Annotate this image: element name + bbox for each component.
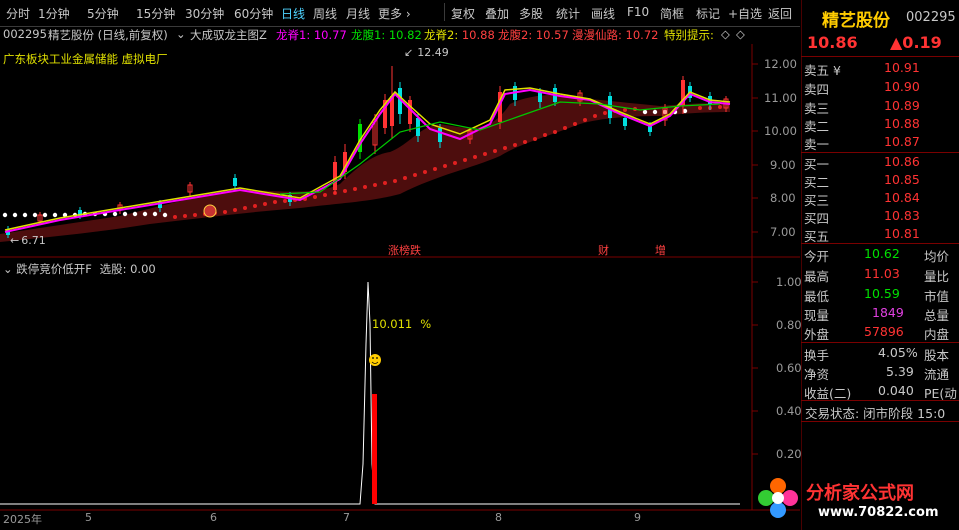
sub-chart-axis (752, 281, 758, 455)
indicator-value-longfu2: 龙腹2: 10.57 (498, 28, 569, 42)
sub-axis-tick: 0.40 (776, 404, 802, 418)
mark-button[interactable]: 标记 (696, 5, 720, 22)
date-axis-label: 8 (495, 511, 502, 524)
low-price-label: ← 6.71 (10, 234, 46, 247)
price-axis-tick: 9.00 (770, 158, 796, 172)
period-tab-monthly[interactable]: 月线 (346, 5, 370, 22)
trade-status: 交易状态: 闭市阶段 15:0 (805, 406, 946, 421)
sub-axis-tick: 0.20 (776, 447, 802, 461)
chevron-down-icon[interactable]: ⌄ (3, 262, 13, 276)
last-price: 10.86 (807, 33, 858, 52)
sub-indicator-line (0, 281, 740, 505)
bid-row[interactable]: 买二 10.85 (804, 172, 958, 191)
price-axis (752, 63, 758, 233)
period-tab-5min[interactable]: 5分钟 (87, 5, 119, 22)
price-change: ▲0.19 (890, 33, 942, 52)
indicator-value-longfu1: 龙腹1: 10.82 (351, 28, 422, 42)
period-tab-daily[interactable]: 日线 (281, 5, 305, 22)
chevron-down-icon[interactable]: ⌄ (176, 27, 186, 41)
period-toolbar: 分时 1分钟 5分钟 15分钟 30分钟 60分钟 日线 周线 月线 更多 › … (0, 0, 800, 27)
smiley-icon (369, 354, 381, 366)
period-tab-30min[interactable]: 30分钟 (185, 5, 224, 22)
bid-row[interactable]: 买三 10.84 (804, 190, 958, 209)
sub-axis-tick: 0.60 (776, 361, 802, 375)
event-label-finance: 财 (598, 243, 609, 257)
special-hint-label: 特别提示: (664, 28, 714, 42)
period-tab-more[interactable]: 更多 › (378, 5, 411, 22)
stat-row-volume: 现量 1849 总量 (804, 305, 950, 323)
chevron-right-icon: › (405, 7, 411, 21)
date-axis-label: 9 (634, 511, 641, 524)
stat-row-high: 最高 11.03 量比 (804, 266, 950, 284)
ask-row[interactable]: 卖四 10.90 (804, 79, 958, 98)
ask-row[interactable]: 卖五 ¥10.91 (804, 60, 958, 79)
price-axis-tick: 8.00 (770, 191, 796, 205)
event-label-increase: 增 (655, 243, 666, 257)
watermark-logo-icon (758, 478, 798, 518)
sub-chart-header: ⌄ 跌停竞价低开F 选股: 0.00 (3, 261, 156, 277)
stat-row-low: 最低 10.59 市值 (804, 286, 950, 304)
indicator-header: 002295 精艺股份 (日线,前复权) ⌄ 大成驭龙主图Z 龙脊1: 10.7… (0, 26, 800, 44)
indicator-value-longji2: 龙脊2: 10.88 (424, 28, 495, 42)
period-tab-1min[interactable]: 1分钟 (38, 5, 70, 22)
price-axis-tick: 10.00 (764, 124, 797, 138)
price-axis-tick: 7.00 (770, 225, 796, 239)
date-axis-label: 5 (85, 511, 92, 524)
period-tab-60min[interactable]: 60分钟 (234, 5, 273, 22)
sub-annotation: 10.011% (372, 317, 431, 331)
stock-code: 002295 (3, 27, 47, 41)
stock-name: 精艺股份 (822, 11, 890, 31)
sub-axis-tick: 1.00 (776, 275, 802, 289)
indicator-value-xianlu: 漫漫仙路: 10.72 (572, 28, 659, 42)
indicator-value-longji1: 龙脊1: 10.77 (276, 28, 347, 42)
stat-row-turnover: 换手 4.05% 股本 (804, 345, 950, 363)
price-axis-tick: 12.00 (764, 57, 797, 71)
adjust-button[interactable]: 复权 (451, 5, 475, 22)
bid-row[interactable]: 买四 10.83 (804, 208, 958, 227)
stock-period-label: 精艺股份 (日线,前复权) (48, 28, 168, 42)
stat-row-outer: 外盘 57896 内盘 (804, 324, 950, 342)
draw-line-button[interactable]: 画线 (591, 5, 615, 22)
statistics-button[interactable]: 统计 (556, 5, 580, 22)
high-price-label: ↙ 12.49 (404, 46, 449, 59)
main-indicator-name[interactable]: 大成驭龙主图Z (190, 27, 267, 43)
ask-row[interactable]: 卖一 10.87 (804, 134, 958, 153)
diamond-icon[interactable]: ◇ (721, 27, 730, 41)
sub-axis-tick: 0.80 (776, 318, 802, 332)
kline-chart[interactable]: ↙ 12.49 ← 6.71 涨榜跌 财 增 10.011% (0, 44, 800, 514)
signal-marker-icon (203, 204, 217, 218)
multi-stock-button[interactable]: 多股 (519, 5, 543, 22)
stock-code-panel: 002295 (906, 10, 956, 25)
watermark-url: www.70822.com (818, 505, 939, 520)
dragon-cloud-band (0, 94, 730, 242)
period-tab-15min[interactable]: 15分钟 (136, 5, 175, 22)
ask-row[interactable]: 卖三 10.89 (804, 98, 958, 117)
bid-row[interactable]: 买一 10.86 (804, 154, 958, 173)
simple-frame-button[interactable]: 简框 (660, 5, 684, 22)
stat-row-open: 今开 10.62 均价 (804, 246, 950, 264)
event-label-rank: 涨榜跌 (388, 243, 421, 257)
f10-button[interactable]: F10 (627, 5, 649, 19)
signal-bar (372, 394, 377, 504)
period-tab-weekly[interactable]: 周线 (313, 5, 337, 22)
watermark-title: 分析家公式网 (806, 483, 914, 504)
ask-row[interactable]: 卖二 10.88 (804, 116, 958, 135)
back-button[interactable]: 返回 (768, 5, 792, 22)
period-tab-timeshare[interactable]: 分时 (6, 5, 30, 22)
stat-row-netasset: 净资 5.39 流通 (804, 364, 950, 382)
date-axis-label: 6 (210, 511, 217, 524)
diamond-icon[interactable]: ◇ (736, 27, 745, 41)
price-axis-tick: 11.00 (764, 91, 797, 105)
sub-indicator-name[interactable]: 跌停竞价低开F (16, 262, 92, 276)
select-value: 选股: 0.00 (99, 262, 156, 276)
add-watchlist-button[interactable]: +自选 (728, 5, 762, 22)
date-axis-label: 2025年 (3, 513, 42, 526)
date-axis-label: 7 (343, 511, 350, 524)
overlay-button[interactable]: 叠加 (485, 5, 509, 22)
